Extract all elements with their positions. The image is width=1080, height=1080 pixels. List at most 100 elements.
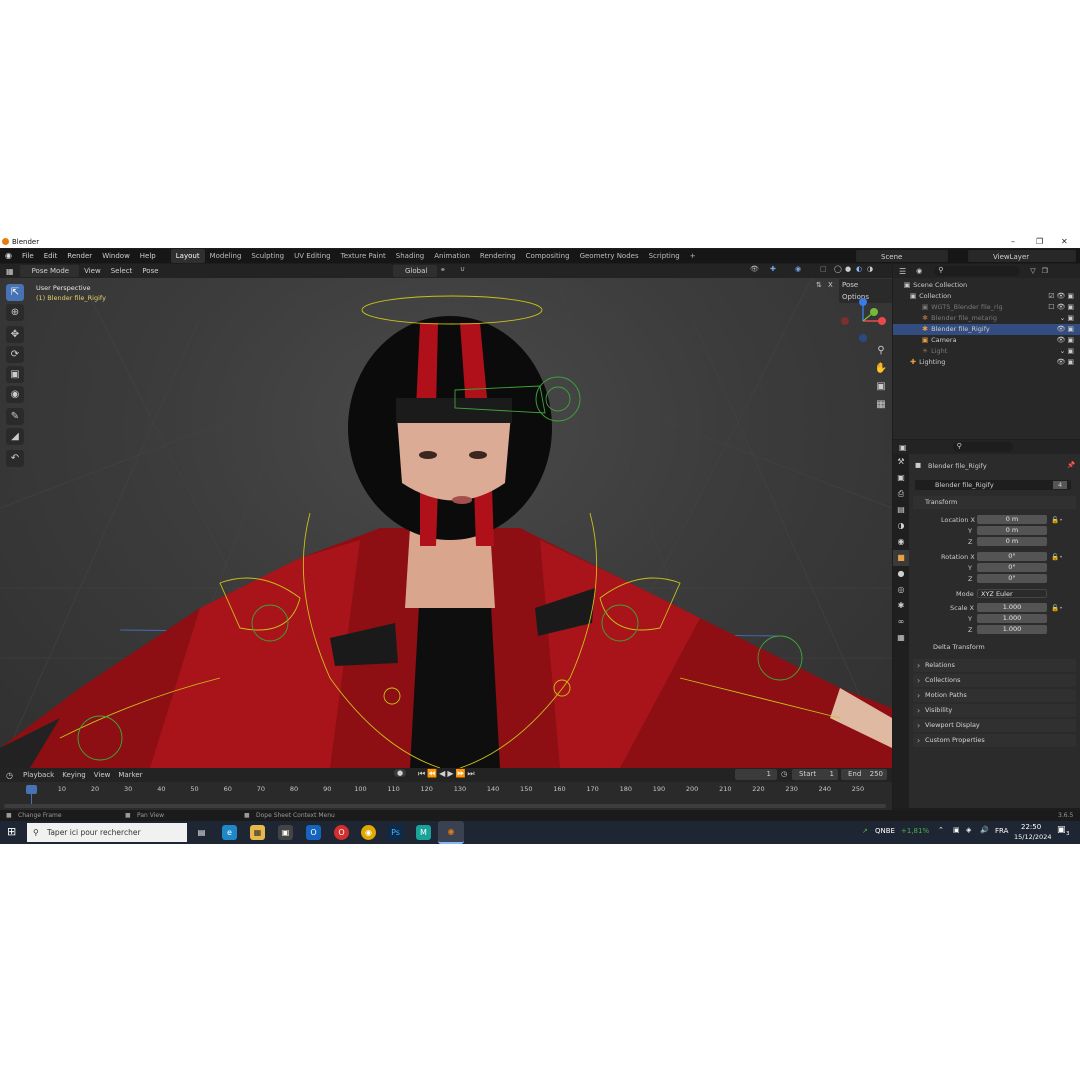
clock-icon[interactable]: ◷ xyxy=(781,770,787,778)
mirror-x-icon[interactable]: X xyxy=(828,281,833,289)
minimize-icon[interactable]: – xyxy=(1011,237,1015,246)
display-mode-icon[interactable]: ◉ xyxy=(912,267,926,275)
tool-tab-icon[interactable]: ⚒ xyxy=(893,454,909,470)
shading-wireframe-icon[interactable]: ◯ xyxy=(834,265,842,273)
annotate-tool-icon[interactable]: ✎ xyxy=(6,408,24,425)
taskbar-search-input[interactable]: ⚲ Taper ici pour rechercher xyxy=(27,823,187,842)
outliner-row-lighting[interactable]: ✚ Lighting 👁▣ xyxy=(893,357,1080,368)
pan-hand-icon[interactable]: ✋ xyxy=(874,362,888,376)
new-collection-icon[interactable]: ❐ xyxy=(1042,267,1048,275)
scale-tool-icon[interactable]: ▣ xyxy=(6,366,24,383)
location-z-field[interactable]: 0 m xyxy=(977,537,1047,546)
scale-y-field[interactable]: 1.000 xyxy=(977,614,1047,623)
record-icon[interactable]: ● xyxy=(394,769,407,777)
tab-texture-paint[interactable]: Texture Paint xyxy=(336,249,391,263)
tab-scripting[interactable]: Scripting xyxy=(644,249,685,263)
timeline-editor-icon[interactable]: ◷ xyxy=(0,771,19,780)
properties-editor-icon[interactable]: ▣ xyxy=(893,443,913,452)
task-view-icon[interactable]: ▤ xyxy=(194,825,209,840)
custom-properties-panel[interactable]: Custom Properties xyxy=(913,734,1076,747)
data-tab-icon[interactable]: ∞ xyxy=(893,614,909,630)
zoom-icon[interactable]: ⚲ xyxy=(874,344,888,358)
rotation-mode-dropdown[interactable]: XYZ Euler xyxy=(977,589,1047,598)
view-layer-tab-icon[interactable]: ▤ xyxy=(893,502,909,518)
navigation-gizmo[interactable] xyxy=(838,296,888,346)
row-toggles-icon[interactable]: 👁▣ xyxy=(1056,335,1076,346)
select-tool-icon[interactable]: ⇱ xyxy=(6,284,24,301)
measure-tool-icon[interactable]: ◢ xyxy=(6,428,24,445)
add-workspace-icon[interactable]: + xyxy=(685,249,701,263)
menu-view[interactable]: View xyxy=(79,267,106,275)
start-frame-field[interactable]: Start 1 xyxy=(792,769,838,780)
row-toggles-icon[interactable]: ⌄▣ xyxy=(1060,346,1076,357)
tab-modeling[interactable]: Modeling xyxy=(205,249,247,263)
scene-tab-icon[interactable]: ◑ xyxy=(893,518,909,534)
tab-geometry-nodes[interactable]: Geometry Nodes xyxy=(575,249,644,263)
viewport-display-panel[interactable]: Viewport Display xyxy=(913,719,1076,732)
row-toggles-icon[interactable]: ☐👁▣ xyxy=(1048,302,1076,313)
gizmo-icon[interactable]: ✚ xyxy=(770,265,776,273)
world-tab-icon[interactable]: ◉ xyxy=(893,534,909,550)
overlay-icon[interactable]: ◉ xyxy=(795,265,801,273)
cursor-tool-icon[interactable]: ⊕ xyxy=(6,304,24,321)
tab-rendering[interactable]: Rendering xyxy=(475,249,521,263)
outlook-icon[interactable]: O xyxy=(306,825,321,840)
tab-compositing[interactable]: Compositing xyxy=(521,249,575,263)
tab-layout[interactable]: Layout xyxy=(170,249,205,263)
xray-icon[interactable]: □ xyxy=(820,265,827,273)
location-y-field[interactable]: 0 m xyxy=(977,526,1047,535)
properties-search-icon[interactable]: ⚲ xyxy=(952,442,1013,452)
rotation-y-field[interactable]: 0° xyxy=(977,563,1047,572)
playback-menu[interactable]: Playback xyxy=(19,771,58,779)
lock-icon[interactable]: 🔓• xyxy=(1051,604,1063,612)
volume-icon[interactable]: 🔊 xyxy=(980,826,989,834)
outliner-row-metarig[interactable]: ✱ Blender file_metarig ⌄▣ xyxy=(893,313,1080,324)
texture-tab-icon[interactable]: ▦ xyxy=(893,630,909,646)
transform-pivot-icon[interactable]: ⇅ xyxy=(816,281,822,289)
wifi-icon[interactable]: ◈ xyxy=(966,826,971,834)
current-frame-field[interactable]: 1 xyxy=(735,769,777,780)
file-explorer-icon[interactable]: ▦ xyxy=(250,825,265,840)
outliner-row-rigify[interactable]: ✱ Blender file_Rigify 👁▣ xyxy=(893,324,1080,335)
marker-menu[interactable]: Marker xyxy=(114,771,146,779)
shading-solid-icon[interactable]: ● xyxy=(845,265,851,273)
location-x-field[interactable]: 0 m xyxy=(977,515,1047,524)
ortho-grid-icon[interactable]: ▦ xyxy=(874,398,888,412)
scale-x-field[interactable]: 1.000 xyxy=(977,603,1047,612)
mode-dropdown[interactable]: Pose Mode xyxy=(19,265,80,277)
blender-menu-icon[interactable]: ◉ xyxy=(0,249,17,263)
tab-animation[interactable]: Animation xyxy=(429,249,475,263)
timeline-view-menu[interactable]: View xyxy=(90,771,115,779)
snap-icon[interactable]: ∪ xyxy=(460,265,465,273)
timeline-scrollbar[interactable] xyxy=(4,804,886,808)
maximize-icon[interactable]: ❐ xyxy=(1036,237,1043,246)
tab-uv-editing[interactable]: UV Editing xyxy=(289,249,336,263)
playhead[interactable] xyxy=(26,785,37,794)
menu-select[interactable]: Select xyxy=(106,267,138,275)
end-frame-field[interactable]: End 250 xyxy=(841,769,887,780)
constraints-tab-icon[interactable]: ✱ xyxy=(893,598,909,614)
transform-panel-header[interactable]: Transform xyxy=(913,496,1076,509)
keying-menu[interactable]: Keying xyxy=(58,771,90,779)
3d-viewport[interactable]: User Perspective (1) Blender file_Rigify… xyxy=(0,278,892,768)
outliner-search-icon[interactable]: ⚲ xyxy=(934,266,1021,276)
menu-help[interactable]: Help xyxy=(135,249,161,263)
maya-icon[interactable]: M xyxy=(416,825,431,840)
tab-shading[interactable]: Shading xyxy=(391,249,429,263)
shading-material-icon[interactable]: ◐ xyxy=(856,265,862,273)
photoshop-icon[interactable]: Ps xyxy=(388,825,403,840)
row-toggles-icon[interactable]: 👁▣ xyxy=(1056,357,1076,368)
render-tab-icon[interactable]: ▣ xyxy=(893,470,909,486)
output-tab-icon[interactable]: ⎙ xyxy=(893,486,909,502)
transform-tool-icon[interactable]: ◉ xyxy=(6,386,24,403)
datablock-field[interactable]: Blender file_Rigify 4 xyxy=(915,480,1071,490)
tab-sculpting[interactable]: Sculpting xyxy=(246,249,289,263)
delta-transform-subpanel[interactable]: Delta Transform xyxy=(925,643,985,651)
pivot-icon[interactable]: ⚭ xyxy=(440,266,446,274)
rotation-z-field[interactable]: 0° xyxy=(977,574,1047,583)
blender-taskbar-icon[interactable]: ◉ xyxy=(438,821,464,844)
outliner-row-wgts[interactable]: ▣ WGTS_Blender file_rig ☐👁▣ xyxy=(893,302,1080,313)
outliner-row-light[interactable]: ☀ Light ⌄▣ xyxy=(893,346,1080,357)
notifications-icon[interactable]: ▣ xyxy=(1057,825,1066,835)
collections-panel[interactable]: Collections xyxy=(913,674,1076,687)
